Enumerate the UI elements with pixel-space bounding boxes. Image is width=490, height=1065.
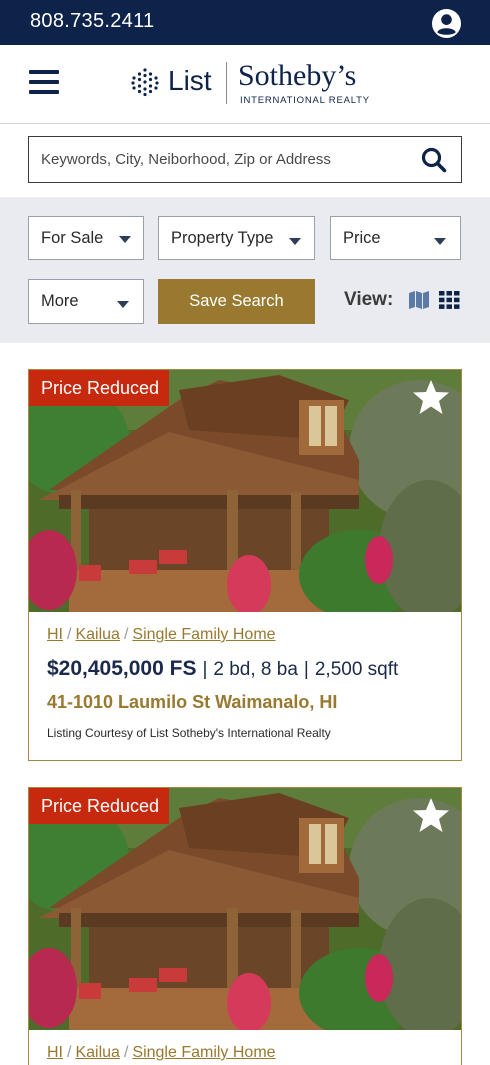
site-header: List Sotheby’s INTERNATIONAL REALTY [0, 45, 490, 124]
top-bar: 808.735.2411 [0, 0, 490, 45]
favorite-star-icon[interactable] [411, 796, 451, 834]
view-label: View: [344, 289, 394, 310]
breadcrumb-city-link[interactable]: Kailua [75, 626, 119, 643]
breadcrumb-state-link[interactable]: HI [47, 1044, 63, 1061]
listing-address[interactable]: 41-1010 Laumilo St Waimanalo, HI [47, 692, 337, 713]
account-circle-icon[interactable] [431, 8, 462, 39]
listing-price: $20,405,000 FS [47, 657, 197, 680]
logo-list-text[interactable]: List [168, 65, 212, 97]
price-label: Price [343, 229, 381, 247]
breadcrumb-type-link[interactable]: Single Family Home [132, 1044, 275, 1061]
breadcrumb-state-link[interactable]: HI [47, 626, 63, 643]
map-view-icon[interactable] [408, 290, 430, 310]
price-reduced-badge: Price Reduced [29, 788, 169, 824]
beds-baths: 2 bd, 8 ba [213, 659, 298, 680]
logo-divider [226, 62, 227, 104]
chevron-down-icon [289, 238, 301, 245]
breadcrumb: HI / Kailua / Single Family Home [47, 1044, 276, 1061]
logo-tagline: INTERNATIONAL REALTY [240, 95, 370, 106]
logo-mark-icon [131, 68, 159, 97]
search-icon[interactable] [419, 145, 449, 175]
listing-card[interactable]: Price Reduced HI / Kailua / Single Family Ho… [28, 787, 462, 1065]
phone-number-link[interactable]: 808.735.2411 [30, 10, 154, 33]
price-dropdown[interactable]: Price [330, 216, 461, 260]
property-type-label: Property Type [171, 229, 274, 247]
more-dropdown[interactable]: More [28, 279, 144, 324]
chevron-down-icon [117, 301, 129, 308]
filter-panel: For Sale Property Type Price More Save S… [0, 197, 490, 343]
price-details-row: $20,405,000 FS | 2 bd, 8 ba | 2,500 sqft [47, 657, 399, 680]
square-footage: 2,500 sqft [314, 659, 399, 680]
favorite-star-icon[interactable] [411, 378, 451, 416]
for-sale-label: For Sale [41, 229, 104, 247]
property-type-dropdown[interactable]: Property Type [158, 216, 315, 260]
listing-courtesy: Listing Courtesy of List Sotheby's Inter… [47, 726, 331, 740]
listing-card[interactable]: Price Reduced HI / Kailua / Single Family Ho… [28, 369, 462, 761]
logo-brand-text[interactable]: Sotheby’s [238, 59, 356, 93]
search-bar [28, 136, 462, 183]
property-photo[interactable] [29, 370, 461, 612]
hamburger-menu-icon[interactable] [29, 70, 59, 96]
save-search-button[interactable]: Save Search [158, 279, 315, 324]
more-label: More [41, 292, 79, 310]
breadcrumb: HI / Kailua / Single Family Home [47, 626, 276, 643]
chevron-down-icon [434, 238, 446, 245]
price-reduced-badge: Price Reduced [29, 370, 169, 406]
for-sale-dropdown[interactable]: For Sale [28, 216, 144, 260]
property-photo[interactable] [29, 788, 461, 1030]
breadcrumb-city-link[interactable]: Kailua [75, 1044, 119, 1061]
grid-view-icon[interactable] [439, 291, 460, 309]
search-input[interactable] [41, 137, 411, 181]
chevron-down-icon [119, 236, 131, 243]
breadcrumb-type-link[interactable]: Single Family Home [132, 626, 275, 643]
